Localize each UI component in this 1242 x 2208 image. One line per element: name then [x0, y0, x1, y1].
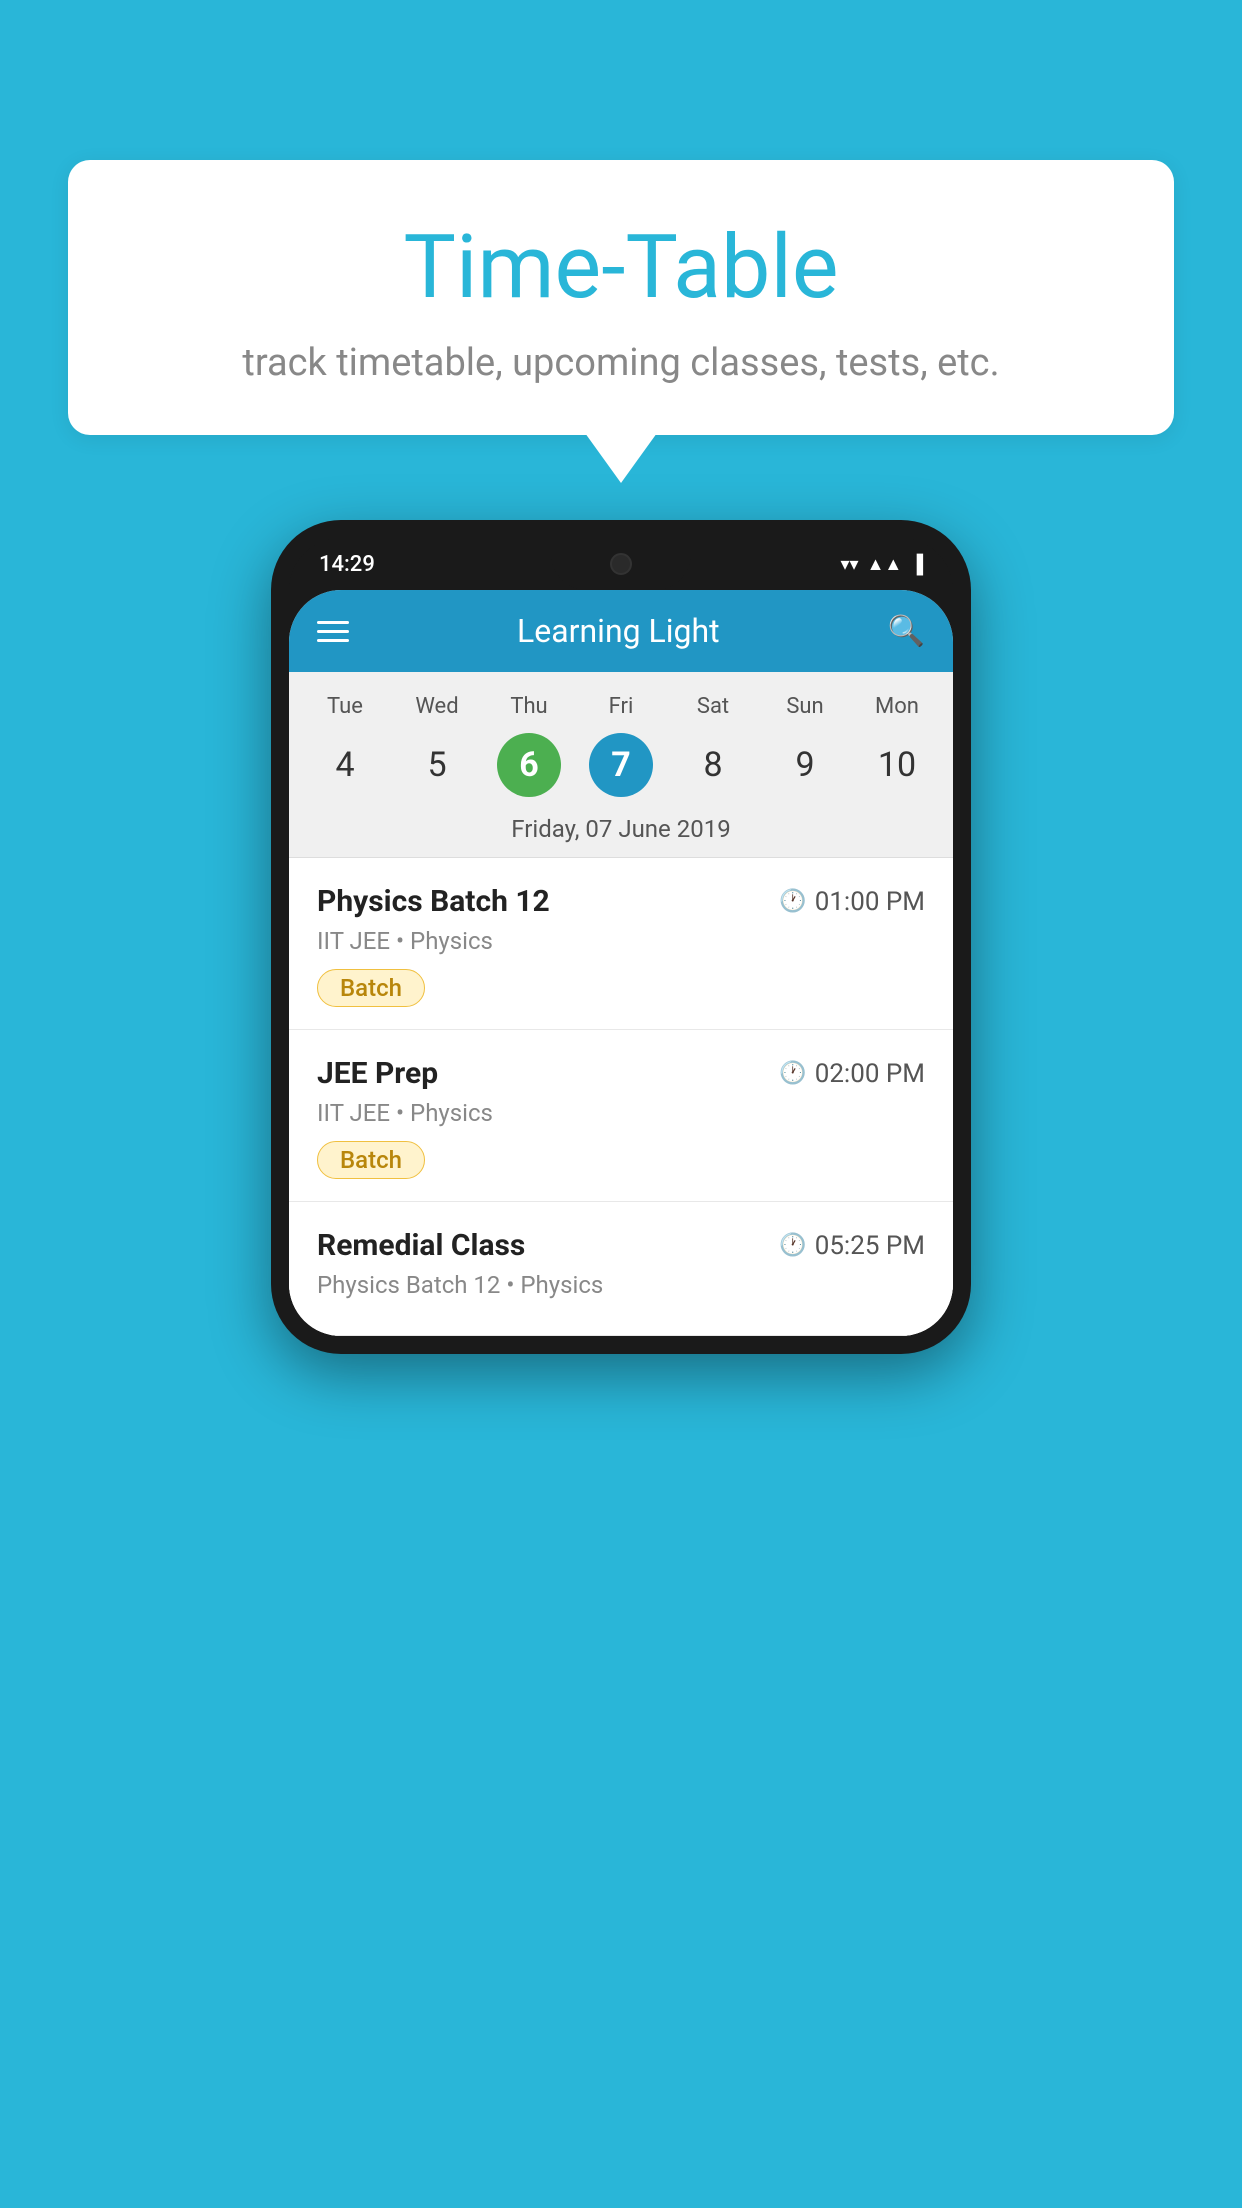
day-sun[interactable]: Sun	[759, 688, 851, 725]
class-time-1: 🕐 01:00 PM	[779, 887, 925, 917]
selected-date-label: Friday, 07 June 2019	[289, 805, 953, 858]
page-title: Time-Table	[118, 220, 1124, 317]
class-meta-2: IIT JEE • Physics	[317, 1099, 925, 1127]
class-time-3: 🕐 05:25 PM	[779, 1231, 925, 1261]
day-thu[interactable]: Thu	[483, 688, 575, 725]
phone-mockup: 14:29 ▾▾ ▲▲ ▐ Learning Light 🔍	[271, 520, 971, 1354]
class-item-jee-prep[interactable]: JEE Prep 🕐 02:00 PM IIT JEE • Physics Ba…	[289, 1030, 953, 1202]
calendar-strip: Tue Wed Thu Fri Sat Sun Mon 4 5 6 7 8 9 …	[289, 672, 953, 858]
menu-line-3	[317, 639, 349, 642]
batch-badge-2: Batch	[317, 1141, 425, 1179]
day-num-10[interactable]: 10	[865, 733, 929, 797]
day-wed[interactable]: Wed	[391, 688, 483, 725]
batch-badge-1: Batch	[317, 969, 425, 1007]
clock-icon-2: 🕐	[779, 1061, 806, 1086]
phone-screen: Learning Light 🔍 Tue Wed Thu Fri Sat Sun…	[289, 590, 953, 1336]
class-meta-1: IIT JEE • Physics	[317, 927, 925, 955]
day-num-8[interactable]: 8	[681, 733, 745, 797]
battery-icon: ▐	[910, 554, 923, 575]
day-tue[interactable]: Tue	[299, 688, 391, 725]
class-meta-3: Physics Batch 12 • Physics	[317, 1271, 925, 1299]
day-fri[interactable]: Fri	[575, 688, 667, 725]
status-icons: ▾▾ ▲▲ ▐	[841, 554, 923, 575]
status-bar: 14:29 ▾▾ ▲▲ ▐	[289, 538, 953, 590]
phone-notch	[551, 538, 691, 590]
menu-button[interactable]	[317, 621, 349, 642]
day-mon[interactable]: Mon	[851, 688, 943, 725]
menu-line-1	[317, 621, 349, 624]
camera	[610, 553, 632, 575]
wifi-icon: ▾▾	[841, 554, 859, 575]
clock-icon-1: 🕐	[779, 889, 806, 914]
class-item-remedial[interactable]: Remedial Class 🕐 05:25 PM Physics Batch …	[289, 1202, 953, 1336]
class-name-3: Remedial Class	[317, 1228, 525, 1263]
menu-line-2	[317, 630, 349, 633]
class-list: Physics Batch 12 🕐 01:00 PM IIT JEE • Ph…	[289, 858, 953, 1336]
class-name-2: JEE Prep	[317, 1056, 438, 1091]
days-numbers: 4 5 6 7 8 9 10	[289, 725, 953, 805]
page-subtitle: track timetable, upcoming classes, tests…	[118, 341, 1124, 385]
status-time: 14:29	[319, 552, 375, 577]
class-name-1: Physics Batch 12	[317, 884, 550, 919]
days-header: Tue Wed Thu Fri Sat Sun Mon	[289, 688, 953, 725]
app-title: Learning Light	[517, 612, 720, 650]
day-sat[interactable]: Sat	[667, 688, 759, 725]
day-num-5[interactable]: 5	[405, 733, 469, 797]
app-bar: Learning Light 🔍	[289, 590, 953, 672]
search-button[interactable]: 🔍	[888, 614, 925, 649]
class-item-header-1: Physics Batch 12 🕐 01:00 PM	[317, 884, 925, 919]
day-num-4[interactable]: 4	[313, 733, 377, 797]
day-num-7[interactable]: 7	[589, 733, 653, 797]
class-item-header-3: Remedial Class 🕐 05:25 PM	[317, 1228, 925, 1263]
phone-outer: 14:29 ▾▾ ▲▲ ▐ Learning Light 🔍	[271, 520, 971, 1354]
class-item-physics-batch[interactable]: Physics Batch 12 🕐 01:00 PM IIT JEE • Ph…	[289, 858, 953, 1030]
class-item-header-2: JEE Prep 🕐 02:00 PM	[317, 1056, 925, 1091]
clock-icon-3: 🕐	[779, 1233, 806, 1258]
speech-bubble: Time-Table track timetable, upcoming cla…	[68, 160, 1174, 435]
day-num-9[interactable]: 9	[773, 733, 837, 797]
day-num-6[interactable]: 6	[497, 733, 561, 797]
signal-icon: ▲▲	[867, 554, 903, 575]
class-time-2: 🕐 02:00 PM	[779, 1059, 925, 1089]
speech-bubble-container: Time-Table track timetable, upcoming cla…	[68, 160, 1174, 435]
